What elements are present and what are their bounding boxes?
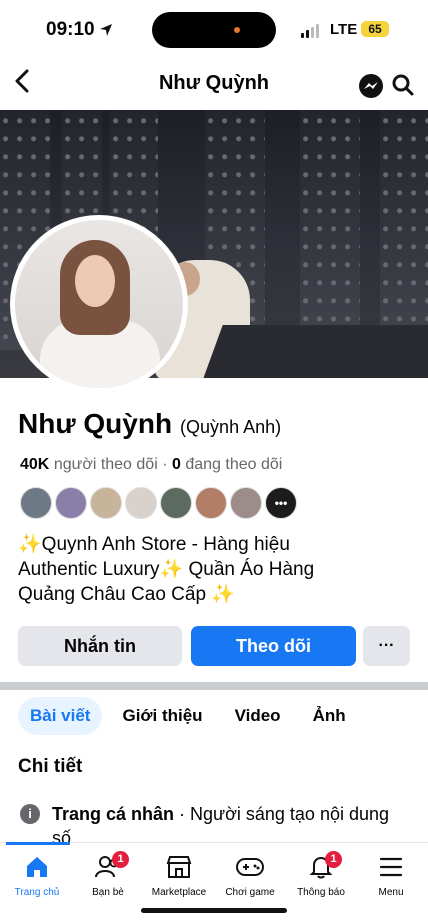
active-tab-indicator — [6, 842, 70, 845]
location-arrow-icon — [99, 24, 112, 36]
bio-line: Quảng Châu Cao Cấp — [18, 584, 207, 605]
following-label[interactable]: đang theo dõi — [185, 456, 282, 473]
gaming-icon — [210, 851, 290, 883]
follower-avatars[interactable]: ••• — [20, 487, 297, 519]
network-label: LTE — [330, 21, 358, 38]
signal-icon — [301, 24, 319, 38]
follower-avatar[interactable] — [125, 487, 157, 519]
follower-avatar[interactable] — [195, 487, 227, 519]
time-text: 09:10 — [46, 19, 95, 40]
search-icon[interactable] — [391, 73, 415, 102]
marketplace-icon — [139, 851, 219, 883]
message-button[interactable]: Nhắn tin — [18, 626, 182, 666]
profile-avatar[interactable] — [10, 215, 188, 393]
follower-avatar[interactable] — [160, 487, 192, 519]
profile-bio: ✨Quynh Anh Store - Hàng hiệu Authentic L… — [18, 532, 358, 607]
nav-label: Menu — [378, 887, 404, 898]
section-divider — [0, 682, 428, 690]
tab-video[interactable]: Video — [223, 697, 293, 735]
nav-menu[interactable]: Menu — [351, 851, 428, 898]
home-icon — [0, 851, 77, 883]
bio-line: Quynh Anh Store - Hàng hiệu — [41, 534, 290, 555]
profile-alt-name: (Quỳnh Anh) — [180, 417, 282, 437]
nav-marketplace[interactable]: Marketplace — [139, 851, 219, 898]
nav-label: Chơi game — [225, 887, 275, 898]
nav-label: Trang chủ — [14, 887, 60, 898]
friends-icon: 1 — [68, 851, 148, 883]
followers-label[interactable]: người theo dõi — [54, 456, 158, 473]
more-followers-icon[interactable]: ••• — [265, 487, 297, 519]
followers-count[interactable]: 40K — [20, 456, 49, 473]
nav-label: Bạn bè — [92, 887, 124, 898]
notifications-badge: 1 — [325, 851, 342, 868]
nav-label: Thông báo — [297, 887, 345, 898]
profile-name: Như Quỳnh (Quỳnh Anh) — [18, 408, 281, 440]
nav-friends[interactable]: 1 Bạn bè — [68, 851, 148, 898]
home-indicator[interactable] — [141, 908, 287, 913]
bio-line: Authentic Luxury — [18, 559, 160, 580]
nav-gaming[interactable]: Chơi game — [210, 851, 290, 898]
follower-avatar[interactable] — [230, 487, 262, 519]
detail-bold: Trang cá nhân — [52, 804, 175, 824]
friends-badge: 1 — [112, 851, 129, 868]
profile-name-main: Như Quỳnh — [18, 408, 173, 439]
nav-notifications[interactable]: 1 Thông báo — [281, 851, 361, 898]
stats-separator: · — [157, 456, 172, 473]
bio-line: Quần Áo Hàng — [183, 559, 315, 580]
follower-avatar[interactable] — [55, 487, 87, 519]
menu-icon — [351, 851, 428, 883]
bell-icon: 1 — [281, 851, 361, 883]
follow-stats: 40K người theo dõi · 0 đang theo dõi — [20, 456, 282, 474]
more-options-button[interactable]: ··· — [363, 626, 410, 666]
tab-photos[interactable]: Ảnh — [301, 697, 358, 735]
battery-icon: 65 — [361, 21, 389, 37]
tab-posts[interactable]: Bài viết — [18, 697, 103, 735]
follow-button[interactable]: Theo dõi — [191, 626, 356, 666]
dynamic-island — [152, 12, 276, 48]
messenger-icon[interactable] — [358, 73, 384, 104]
nav-label: Marketplace — [151, 887, 207, 898]
profile-tabs: Bài viết Giới thiệu Video Ảnh — [18, 697, 358, 735]
follower-avatar[interactable] — [20, 487, 52, 519]
follower-avatar[interactable] — [90, 487, 122, 519]
tab-about[interactable]: Giới thiệu — [110, 697, 214, 735]
status-bar: 09:10 LTE 65 — [0, 0, 428, 62]
following-count[interactable]: 0 — [172, 456, 181, 473]
status-time: 09:10 — [46, 19, 113, 41]
details-heading: Chi tiết — [18, 756, 83, 777]
top-nav: Như Quỳnh — [0, 62, 428, 108]
sparkle-icon: ✨ — [159, 559, 184, 580]
sparkle-icon: ✨ — [18, 534, 42, 555]
info-icon: i — [20, 804, 40, 824]
sparkle-icon: ✨ — [211, 584, 235, 605]
nav-home[interactable]: Trang chủ — [0, 851, 77, 898]
